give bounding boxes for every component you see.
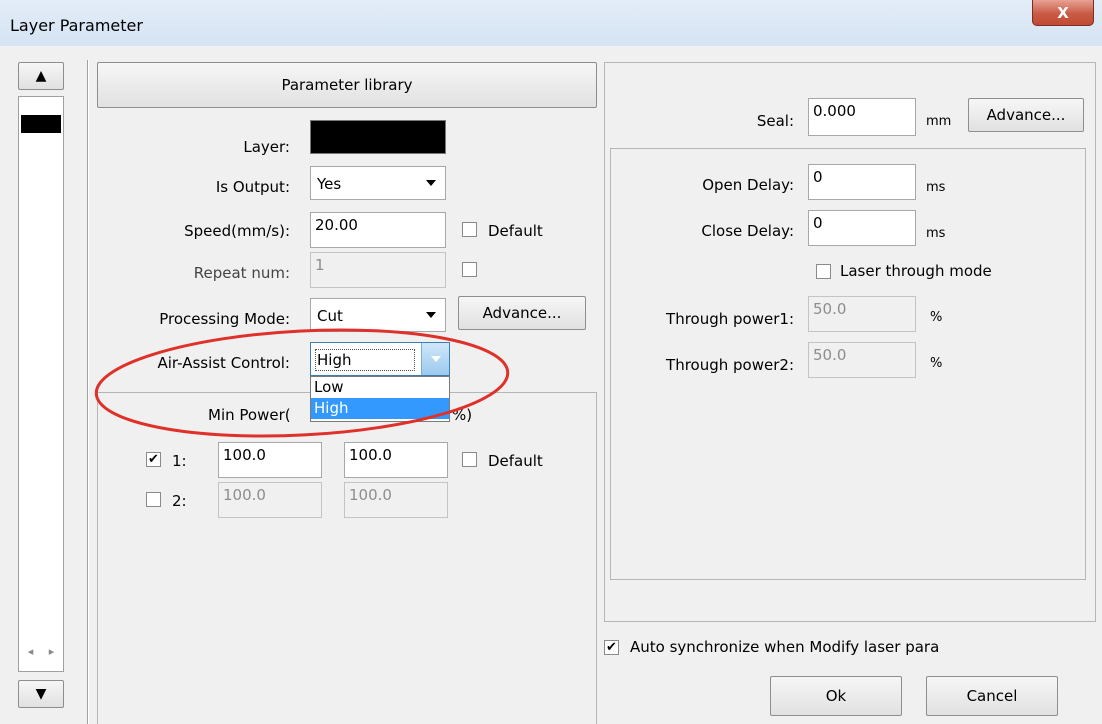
dropdown-arrow-icon[interactable] — [417, 167, 445, 199]
seal-unit: mm — [926, 114, 952, 129]
speed-default-label: Default — [488, 222, 543, 240]
power-row1-label: 1: — [172, 452, 187, 470]
min-power-2-input[interactable]: 100.0 — [218, 482, 322, 518]
horizontal-scrollbar[interactable]: ◂ ▸ — [20, 642, 62, 660]
scroll-right-icon[interactable]: ▸ — [49, 645, 55, 658]
through-power1-input[interactable]: 50.0 — [808, 296, 916, 332]
open-delay-label: Open Delay: — [702, 176, 794, 194]
close-delay-unit: ms — [926, 226, 946, 241]
speed-default-checkbox[interactable] — [462, 222, 477, 237]
title-bar: Layer Parameter X — [0, 0, 1102, 46]
scroll-down-button[interactable]: ▼ — [18, 680, 64, 708]
repeat-checkbox[interactable] — [462, 262, 477, 277]
through-power2-unit: % — [930, 356, 943, 371]
dialog-body: ▲ ◂ ▸ ▼ Parameter library Layer: Is Outp… — [8, 46, 1102, 724]
seal-advance-button[interactable]: Advance... — [968, 98, 1084, 132]
laser-through-checkbox[interactable] — [816, 264, 831, 279]
open-delay-input[interactable]: 0 — [808, 164, 916, 200]
power-row2-label: 2: — [172, 492, 187, 510]
seal-advance-label: Advance... — [986, 106, 1066, 124]
through-power2-input[interactable]: 50.0 — [808, 342, 916, 378]
auto-sync-label: Auto synchronize when Modify laser para — [630, 638, 940, 656]
speed-label: Speed(mm/s): — [184, 222, 290, 240]
power-default-label: Default — [488, 452, 543, 470]
cancel-button[interactable]: Cancel — [926, 676, 1058, 716]
column-separator — [87, 60, 89, 724]
speed-input[interactable]: 20.00 — [310, 212, 446, 248]
repeat-num-input[interactable]: 1 — [310, 252, 446, 288]
is-output-value: Yes — [317, 175, 342, 193]
close-delay-label: Close Delay: — [701, 222, 794, 240]
open-delay-unit: ms — [926, 180, 946, 195]
close-delay-input[interactable]: 0 — [808, 210, 916, 246]
parameter-library-label: Parameter library — [281, 76, 413, 94]
through-power1-label: Through power1: — [666, 310, 794, 328]
is-output-select[interactable]: Yes — [310, 166, 446, 200]
highlight-ellipse — [94, 328, 510, 438]
auto-sync-checkbox[interactable]: ✔ — [604, 640, 619, 655]
layer-color-swatch[interactable] — [310, 120, 446, 154]
cancel-label: Cancel — [966, 687, 1018, 705]
ok-label: Ok — [825, 687, 847, 705]
close-icon: X — [1057, 3, 1069, 22]
down-arrow-icon: ▼ — [35, 686, 47, 702]
scroll-up-button[interactable]: ▲ — [18, 62, 64, 90]
parameter-library-button[interactable]: Parameter library — [97, 62, 597, 108]
through-power2-label: Through power2: — [666, 356, 794, 374]
layer-list[interactable] — [18, 96, 64, 672]
max-power-2-input[interactable]: 100.0 — [344, 482, 448, 518]
through-power1-unit: % — [930, 310, 943, 325]
power-default-checkbox[interactable] — [462, 452, 477, 467]
is-output-label: Is Output: — [215, 178, 290, 196]
scroll-left-icon[interactable]: ◂ — [28, 645, 34, 658]
power-row1-checkbox[interactable]: ✔ — [146, 452, 161, 467]
power-row2-checkbox[interactable] — [146, 492, 161, 507]
up-arrow-icon: ▲ — [35, 68, 47, 84]
layer-list-item-selected[interactable] — [21, 115, 61, 133]
repeat-num-label: Repeat num: — [193, 264, 290, 282]
laser-through-label: Laser through mode — [840, 262, 992, 280]
seal-label: Seal: — [756, 112, 794, 130]
seal-input[interactable]: 0.000 — [808, 98, 916, 136]
layer-label: Layer: — [243, 138, 290, 156]
ok-button[interactable]: Ok — [770, 676, 902, 716]
window-title: Layer Parameter — [10, 16, 143, 35]
close-button[interactable]: X — [1032, 0, 1094, 26]
